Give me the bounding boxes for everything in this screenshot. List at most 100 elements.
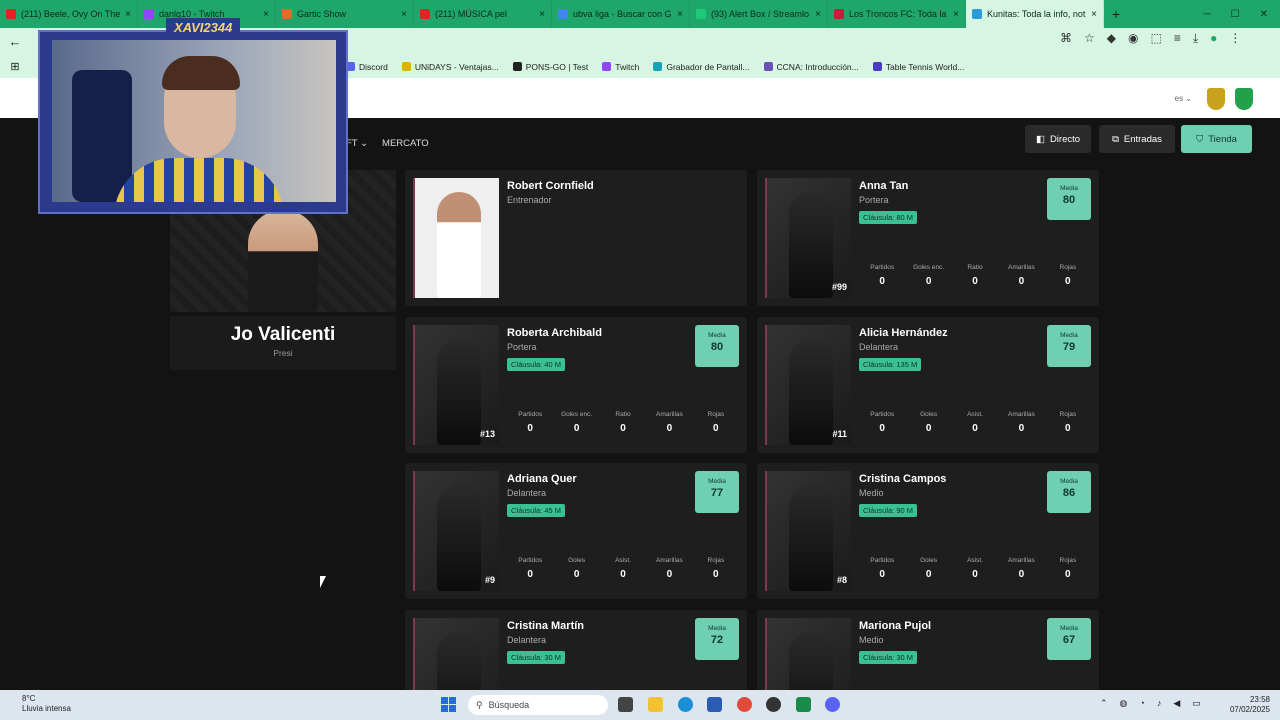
browser-tab[interactable]: Gartic Show × (276, 0, 414, 28)
browser-tab[interactable]: (93) Alert Box / Streamlo × (690, 0, 828, 28)
close-tab-icon[interactable]: × (677, 9, 683, 20)
new-tab-button[interactable]: + (1104, 0, 1128, 28)
close-tab-icon[interactable]: × (401, 9, 407, 20)
bookmark-item[interactable]: Grabador de Pantall... (653, 62, 750, 72)
close-tab-icon[interactable]: × (953, 9, 959, 20)
close-tab-icon[interactable]: × (125, 9, 131, 20)
folder-icon[interactable] (648, 697, 663, 712)
browser-tab[interactable]: (211) MÚSICA pel × (414, 0, 552, 28)
kebab-menu-icon[interactable]: ⋮ (1229, 31, 1241, 46)
player-number: #9 (484, 575, 495, 585)
maximize-icon[interactable]: ☐ (1231, 9, 1240, 20)
live-icon: ◧ (1035, 133, 1045, 145)
stat-item: Ratio 0 (967, 264, 983, 287)
player-position: Portera (859, 195, 889, 205)
close-window-icon[interactable]: ✕ (1260, 9, 1268, 20)
club-shield-icon[interactable] (1207, 88, 1225, 110)
close-tab-icon[interactable]: × (1091, 9, 1097, 20)
media-rating-badge: Media 77 (695, 471, 739, 513)
browser-tab[interactable]: (211) Beele, Ovy On The × (0, 0, 138, 28)
stat-item: Rojas 0 (1059, 411, 1077, 434)
extension-icon[interactable]: ◉ (1128, 31, 1138, 46)
windows-start-icon[interactable] (441, 697, 456, 712)
language-selector[interactable]: es ⌄ (1175, 94, 1192, 103)
file-manager-icon[interactable] (618, 697, 633, 712)
apps-grid-icon[interactable]: ⊞ (0, 60, 30, 73)
favicon-icon (696, 9, 706, 19)
bookmark-item[interactable]: Discord (346, 62, 388, 72)
player-stats: Partidos 0 Goles 0 Asist. 0 Amarillas 0 Rojas 0 (507, 557, 739, 580)
discord-icon[interactable] (825, 697, 840, 712)
close-tab-icon[interactable]: × (263, 9, 269, 20)
close-tab-icon[interactable]: × (815, 9, 821, 20)
browser-tab[interactable]: Los Troncos FC: Toda la × (828, 0, 966, 28)
browser-tab[interactable]: Kunitas: Toda la info, not × (966, 0, 1104, 28)
player-card[interactable]: #99 Anna Tan Portera Cláusula: 80 M Media 80 P… (757, 170, 1099, 306)
bookmark-item[interactable]: Table Tennis World... (872, 62, 964, 72)
wifi-icon[interactable]: ◔ (1139, 698, 1144, 709)
bookmark-item[interactable]: UNiDAYS - Ventajas... (401, 62, 499, 72)
media-rating-badge: Media 80 (1047, 178, 1091, 220)
bookmark-item[interactable]: PONS-GO | Test (512, 62, 588, 72)
weather-widget[interactable]: 8°C Lluvia intensa (22, 694, 71, 714)
volume-icon[interactable]: ◀ (1173, 698, 1180, 709)
profile-avatar[interactable]: ● (1210, 31, 1217, 46)
clause-badge: Cláusula: 30 M (859, 651, 918, 664)
clock[interactable]: 23:58 07/02/2025 (1230, 695, 1270, 715)
media-rating-badge: Media 72 (695, 618, 739, 660)
store-icon[interactable] (707, 697, 722, 712)
player-position: Medio (859, 635, 884, 645)
nav-item-ft[interactable]: FT ⌄ (346, 138, 368, 149)
entradas-button[interactable]: ⧉ Entradas (1099, 125, 1175, 153)
chrome-icon[interactable] (737, 697, 752, 712)
stat-item: Ratio 0 (615, 411, 631, 434)
puzzle-icon[interactable]: ⬚ (1150, 31, 1161, 46)
app-icon[interactable] (766, 697, 781, 712)
player-card[interactable]: #8 Cristina Campos Medio Cláusula: 90 M Medi… (757, 463, 1099, 599)
player-stats: Partidos 0 Goles enc. 0 Ratio 0 Amarillas 0 Roja… (859, 264, 1091, 287)
chevron-up-icon[interactable]: ⌃ (1100, 698, 1108, 709)
player-card[interactable]: Mariona Pujol Medio Cláusula: 30 M Media 67 (757, 610, 1099, 690)
app-icon[interactable] (796, 697, 811, 712)
bookmark-item[interactable]: Twitch (602, 62, 639, 72)
stat-item: Amarillas 0 (656, 411, 683, 434)
edge-icon[interactable] (678, 697, 693, 712)
player-card[interactable]: Cristina Martín Delantera Cláusula: 30 M Me… (405, 610, 747, 690)
club-shield-icon[interactable] (1235, 88, 1253, 110)
stat-item: Asist. 0 (967, 557, 983, 580)
extension-icons: ⌘ ☆ ◆ ◉ ⬚ ≡ ⤓ ● ⋮ (1060, 31, 1241, 46)
player-card[interactable]: #13 Roberta Archibald Portera Cláusula: 40 … (405, 317, 747, 453)
minimize-icon[interactable]: ─ (1204, 9, 1211, 20)
taskbar-search[interactable]: ⚲ Búsqueda (468, 695, 608, 715)
download-icon[interactable]: ⤓ (1193, 31, 1198, 46)
close-tab-icon[interactable]: × (539, 9, 545, 20)
player-name: Alicia Hernández (859, 327, 948, 339)
translate-icon[interactable]: ⌘ (1060, 31, 1072, 46)
microphone-icon[interactable]: ♪ (1157, 698, 1162, 709)
coach-card[interactable]: Robert Cornfield Entrenador (405, 170, 747, 306)
extension-icon[interactable]: ◆ (1107, 31, 1116, 46)
tray-app-icon[interactable]: ◍ (1120, 698, 1128, 709)
tab-title: Kunitas: Toda la info, not (987, 9, 1086, 19)
back-arrow-icon[interactable]: ← (0, 34, 30, 49)
president-role: Presi (273, 348, 293, 358)
tienda-button[interactable]: ⛉ Tienda (1181, 125, 1252, 153)
directo-button[interactable]: ◧ Directo (1025, 125, 1091, 153)
player-stats: Partidos 0 Goles 0 Asist. 0 Amarillas 0 Rojas 0 (859, 411, 1091, 434)
player-card[interactable]: #9 Adriana Quer Delantera Cláusula: 45 M Med… (405, 463, 747, 599)
battery-icon[interactable]: ▭ (1192, 698, 1201, 709)
player-photo (765, 618, 851, 690)
player-photo: #9 (413, 471, 499, 591)
bookmark-item[interactable]: CCNA: Introducción... (763, 62, 859, 72)
stat-item: Goles 0 (568, 557, 586, 580)
nav-item-mercato[interactable]: MERCATO (382, 138, 429, 149)
clause-badge: Cláusula: 30 M (507, 651, 566, 664)
browser-tab[interactable]: ubva liga - Buscar con G × (552, 0, 690, 28)
bookmark-star-icon[interactable]: ☆ (1084, 31, 1095, 46)
player-card[interactable]: #11 Alicia Hernández Delantera Cláusula: 13… (757, 317, 1099, 453)
bookmark-favicon-icon (401, 62, 411, 71)
player-name: Cristina Martín (507, 620, 585, 632)
stat-item: Partidos 0 (870, 557, 895, 580)
menu-lines-icon[interactable]: ≡ (1174, 31, 1181, 46)
media-rating-badge: Media 67 (1047, 618, 1091, 660)
